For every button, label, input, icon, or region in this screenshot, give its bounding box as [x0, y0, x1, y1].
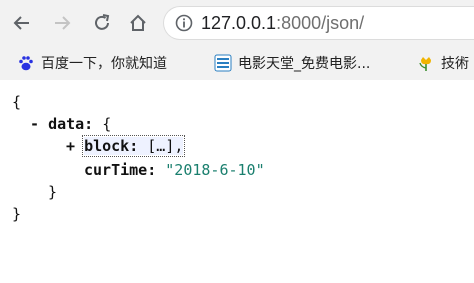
movie-heaven-icon — [214, 54, 232, 72]
bookmark-movie-heaven[interactable]: 电影天堂_免费电影... — [214, 53, 370, 73]
block-entry[interactable]: block: […], — [82, 135, 186, 157]
home-icon — [130, 14, 146, 31]
bookmark-label: 百度一下，你就知道 — [41, 56, 167, 72]
url-path: :8000/json/ — [276, 13, 365, 33]
bookmark-tech[interactable]: 技術 — [417, 53, 469, 73]
url-host: 127.0.0.1 — [201, 13, 277, 33]
url-text[interactable]: 127.0.0.1:8000/json/ — [201, 12, 364, 34]
curtime-value: "2018-6-10" — [165, 161, 265, 179]
back-button[interactable] — [8, 9, 36, 37]
json-viewer: { - data: { + block: […], curTime: "2018… — [0, 80, 474, 283]
bookmark-label: 电影天堂_免费电影... — [238, 56, 371, 72]
curtime-key: curTime: — [84, 161, 157, 179]
block-value: […], — [147, 137, 184, 155]
address-bar[interactable]: 127.0.0.1:8000/json/ — [164, 7, 474, 39]
bookmark-label: 技術 — [441, 56, 469, 72]
curtime-row: curTime: "2018-6-10" — [84, 160, 265, 180]
root-open-brace: { — [12, 93, 22, 111]
arrow-left-icon — [13, 16, 29, 30]
reload-icon — [95, 14, 110, 30]
arrow-right-icon — [55, 16, 71, 30]
block-key: block: — [84, 137, 139, 155]
data-open-brace: { — [102, 115, 112, 133]
info-icon[interactable] — [174, 13, 194, 33]
data-row: - data: { — [30, 114, 111, 134]
data-key: data: — [48, 115, 94, 133]
bookmarks-bar: 百度一下，你就知道 电影天堂_免费电影... 技術 — [0, 46, 474, 81]
bookmark-baidu[interactable]: 百度一下，你就知道 — [17, 53, 167, 73]
baidu-paw-icon — [19, 56, 33, 71]
expand-toggle[interactable]: + — [66, 137, 75, 155]
tulip-icon — [419, 57, 431, 71]
browser-toolbar: 127.0.0.1:8000/json/ — [0, 0, 474, 46]
root-close-brace: } — [12, 205, 22, 223]
data-close-brace: } — [48, 183, 58, 201]
forward-button[interactable] — [48, 9, 76, 37]
collapse-toggle[interactable]: - — [30, 115, 39, 133]
block-row: + block: […], — [66, 135, 186, 157]
reload-button[interactable] — [88, 9, 116, 37]
home-button[interactable] — [124, 9, 152, 37]
